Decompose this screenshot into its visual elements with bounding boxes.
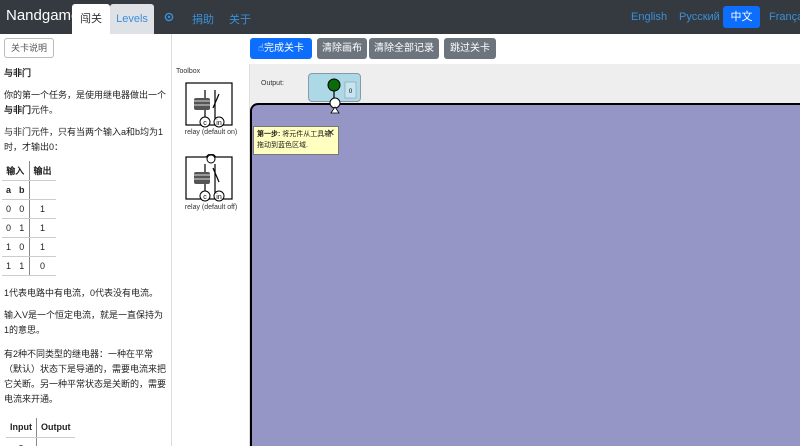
lang-chinese[interactable]: 中文 bbox=[723, 6, 760, 28]
nav-donate[interactable]: 捐助 bbox=[192, 11, 214, 27]
toolbox-panel: Toolbox c in relay (default on) c in rel… bbox=[172, 64, 250, 446]
clear-all-button[interactable]: 清除全部记录 bbox=[369, 38, 439, 59]
instructions-panel: 关卡说明 与非门 你的第一个任务，是使用继电器做出一个与非门元件。 与非门元件，… bbox=[0, 34, 172, 446]
relay-head-input: Input bbox=[6, 418, 37, 438]
toggle-instructions-button[interactable]: 关卡说明 bbox=[4, 38, 54, 58]
relay-default-on-component[interactable]: c in bbox=[183, 80, 239, 128]
complete-level-label: 完成关卡 bbox=[264, 43, 305, 54]
relay-off-pin-in: in bbox=[216, 194, 222, 201]
relay-head-output: Output bbox=[36, 418, 75, 438]
nav-about[interactable]: 关于 bbox=[229, 11, 251, 27]
current-description: 1代表电路中有电流，0代表没有电流。 bbox=[4, 288, 159, 298]
output-label: Output: bbox=[261, 80, 284, 87]
truth-table: 输入 输出 ab 001 011 101 110 bbox=[2, 161, 56, 276]
nand-description: 与非门元件，只有当两个输入a和b均为1时，才输出0： bbox=[4, 127, 164, 152]
truth-head-input: 输入 bbox=[2, 161, 30, 181]
clear-canvas-button[interactable]: 清除画布 bbox=[317, 38, 367, 59]
relay-table: InputOutput a bbox=[6, 418, 75, 446]
relay-description: 有2种不同类型的继电器：一种在平常（默认）状态下是导通的，需要电流来把它关断。另… bbox=[4, 349, 167, 404]
truth-head-output: 输出 bbox=[29, 161, 56, 181]
lang-english[interactable]: English bbox=[631, 11, 667, 23]
lang-russian[interactable]: Русский bbox=[679, 11, 720, 23]
intro-text-end: 元件。 bbox=[31, 105, 59, 115]
relay-on-pin-in: in bbox=[216, 120, 222, 127]
lang-french[interactable]: Français bbox=[769, 11, 800, 23]
top-navbar: Nandgame 闯关 Levels 捐助 关于 English Русский… bbox=[0, 0, 800, 34]
complete-level-button[interactable]: ☝完成关卡 bbox=[250, 38, 312, 59]
tab-levels-cn[interactable]: 闯关 bbox=[72, 4, 110, 34]
truth-col-a: a bbox=[2, 180, 16, 200]
tab-levels[interactable]: Levels bbox=[110, 4, 154, 34]
table-row: 110 bbox=[2, 256, 56, 276]
level-title: 与非门 bbox=[4, 68, 32, 78]
close-icon[interactable]: ✕ bbox=[327, 128, 335, 139]
table-row: 001 bbox=[2, 199, 56, 219]
table-row: 101 bbox=[2, 237, 56, 257]
hint-step: 第一步: bbox=[257, 131, 281, 138]
relay-default-off-component[interactable]: c in bbox=[183, 154, 239, 202]
table-row: 011 bbox=[2, 218, 56, 238]
hint-tooltip: 第一步: 将元件从工具箱拖动到蓝色区域. ✕ bbox=[253, 126, 339, 155]
relay-default-on-label: relay (default on) bbox=[184, 129, 238, 136]
relay-off-pin-c: c bbox=[203, 194, 207, 201]
skip-level-button[interactable]: 跳过关卡 bbox=[444, 38, 496, 59]
truth-col-b: b bbox=[15, 180, 30, 200]
intro-text: 你的第一个任务，是使用继电器做出一个 bbox=[4, 90, 167, 100]
brand-logo[interactable]: Nandgame bbox=[6, 7, 79, 24]
settings-icon[interactable] bbox=[164, 12, 174, 22]
toolbox-title: Toolbox bbox=[176, 68, 201, 75]
relay-cell: a bbox=[6, 437, 37, 446]
relay-on-pin-c: c bbox=[203, 120, 207, 127]
output-connector-icon[interactable] bbox=[327, 96, 343, 114]
intro-paragraph: 你的第一个任务，是使用继电器做出一个与非门元件。 bbox=[4, 88, 166, 118]
input-v-description: 输入V是一个恒定电流，就是一直保持为1的意思。 bbox=[4, 310, 164, 335]
intro-bold: 与非门 bbox=[4, 105, 32, 115]
relay-default-off-label: relay (default off) bbox=[184, 204, 238, 211]
